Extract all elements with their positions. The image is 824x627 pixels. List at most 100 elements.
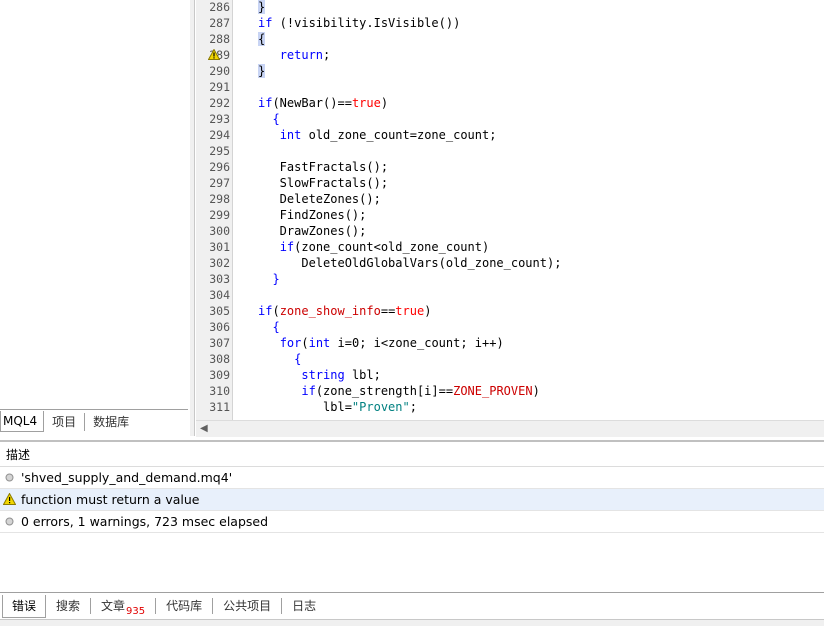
code-line[interactable]: { bbox=[258, 319, 279, 335]
code-token: } bbox=[258, 64, 266, 78]
code-token: ) bbox=[424, 304, 432, 318]
toolbox-column-header[interactable]: 描述 bbox=[0, 444, 824, 467]
tab-search[interactable]: 搜索 bbox=[46, 598, 92, 614]
line-number: 286 bbox=[209, 0, 230, 14]
line-number: 305 bbox=[209, 304, 230, 318]
code-line[interactable]: DeleteZones(); bbox=[258, 191, 381, 207]
line-number: 296 bbox=[209, 160, 230, 174]
code-token: == bbox=[380, 304, 396, 318]
tab-errors[interactable]: 错误 bbox=[2, 594, 47, 618]
code-token: string bbox=[301, 368, 345, 382]
code-token: if bbox=[258, 16, 273, 30]
tab-database[interactable]: 数据库 bbox=[85, 413, 137, 431]
line-number: 291 bbox=[209, 80, 230, 94]
code-token: (zone_count<old_zone_count) bbox=[294, 240, 490, 254]
navigator-tabs: MQL4 项目 数据库 bbox=[0, 409, 188, 433]
column-description: 描述 bbox=[6, 448, 31, 462]
code-token: int bbox=[308, 336, 331, 350]
tab-mql4[interactable]: MQL4 bbox=[0, 411, 45, 432]
code-line[interactable]: } bbox=[258, 271, 279, 287]
line-number: 293 bbox=[209, 112, 230, 126]
code-token: lbl= bbox=[258, 400, 352, 414]
code-line[interactable]: SlowFractals(); bbox=[258, 175, 388, 191]
code-line[interactable]: return; bbox=[258, 47, 331, 63]
code-token: int bbox=[279, 128, 302, 142]
line-number: 302 bbox=[209, 256, 230, 270]
code-token: (!visibility.IsVisible()) bbox=[272, 16, 461, 30]
code-token: ( bbox=[301, 336, 309, 350]
code-token: DrawZones(); bbox=[258, 224, 367, 238]
tab-project[interactable]: 项目 bbox=[44, 412, 86, 431]
message-text: 'shved_supply_and_demand.mq4' bbox=[21, 470, 233, 485]
horizontal-scrollbar[interactable]: ◀ bbox=[196, 420, 824, 437]
message-row-selected[interactable]: function must return a value bbox=[0, 489, 824, 511]
line-number: 304 bbox=[209, 288, 230, 302]
code-token: if bbox=[279, 240, 295, 254]
code-token: zone_show_info bbox=[279, 304, 381, 318]
toolbox-tabs: 错误 搜索 文章935 代码库 公共项目 日志 bbox=[0, 592, 824, 619]
code-line[interactable]: } bbox=[258, 63, 266, 79]
line-number: 308 bbox=[209, 352, 230, 366]
message-row[interactable]: 'shved_supply_and_demand.mq4' bbox=[0, 467, 824, 489]
vertical-splitter[interactable] bbox=[190, 0, 195, 436]
warning-icon bbox=[3, 493, 16, 505]
code-token: if bbox=[258, 96, 273, 110]
code-token: (zone_strength[i]== bbox=[315, 384, 454, 398]
code-token: true bbox=[395, 304, 425, 318]
line-number: 299 bbox=[209, 208, 230, 222]
line-number: 298 bbox=[209, 192, 230, 206]
code-token: "Proven" bbox=[351, 400, 410, 414]
tab-public-projects[interactable]: 公共项目 bbox=[213, 598, 283, 614]
line-number: 294 bbox=[209, 128, 230, 142]
code-line[interactable]: { bbox=[258, 31, 266, 47]
code-token: if bbox=[258, 304, 273, 318]
message-text: function must return a value bbox=[21, 492, 200, 507]
info-dot-icon bbox=[5, 473, 14, 482]
tab-journal[interactable]: 日志 bbox=[282, 598, 326, 614]
tab-articles[interactable]: 文章935 bbox=[91, 598, 157, 617]
code-line[interactable]: int old_zone_count=zone_count; bbox=[258, 127, 497, 143]
line-number: 300 bbox=[209, 224, 230, 238]
code-line[interactable]: if(zone_show_info==true) bbox=[258, 303, 431, 319]
code-token: return bbox=[279, 48, 324, 62]
code-line[interactable]: if(NewBar()==true) bbox=[258, 95, 388, 111]
line-number: 301 bbox=[209, 240, 230, 254]
code-line[interactable]: DeleteOldGlobalVars(old_zone_count); bbox=[258, 255, 561, 271]
code-token: FindZones(); bbox=[258, 208, 367, 222]
line-number: 310 bbox=[209, 384, 230, 398]
code-token: ; bbox=[323, 48, 331, 62]
code-editor[interactable]: 286} 287 if (!visibility.IsVisible()) 288 {2… bbox=[196, 0, 824, 420]
code-line[interactable]: { bbox=[258, 111, 280, 127]
code-line[interactable]: if(zone_count<old_zone_count) bbox=[258, 239, 490, 255]
code-line[interactable]: lbl="Proven"; bbox=[258, 399, 417, 415]
code-token: DeleteZones(); bbox=[258, 192, 381, 206]
code-line[interactable]: FindZones(); bbox=[258, 207, 367, 223]
info-dot-icon bbox=[5, 517, 14, 526]
scroll-left-arrow-icon[interactable]: ◀ bbox=[200, 423, 208, 434]
code-line[interactable]: for(int i=0; i<zone_count; i++) bbox=[258, 335, 504, 351]
code-token: FastFractals(); bbox=[258, 160, 389, 174]
code-line[interactable]: if(zone_strength[i]==ZONE_PROVEN) bbox=[258, 383, 539, 399]
code-line[interactable]: string lbl; bbox=[258, 367, 380, 383]
line-number: 292 bbox=[209, 96, 230, 110]
navigator-panel: MQL4 项目 数据库 bbox=[0, 0, 191, 436]
code-token: { bbox=[258, 32, 266, 46]
tab-code-base[interactable]: 代码库 bbox=[156, 598, 214, 614]
code-line[interactable]: } bbox=[258, 0, 266, 15]
line-number: 309 bbox=[209, 368, 230, 382]
code-line[interactable]: if (!visibility.IsVisible()) bbox=[258, 15, 460, 31]
code-line[interactable]: DrawZones(); bbox=[258, 223, 367, 239]
code-line[interactable]: { bbox=[258, 351, 301, 367]
message-row[interactable]: 0 errors, 1 warnings, 723 msec elapsed bbox=[0, 511, 824, 533]
code-line[interactable]: FastFractals(); bbox=[258, 159, 388, 175]
line-number: 306 bbox=[209, 320, 230, 334]
code-token: for bbox=[279, 336, 302, 350]
code-token: (NewBar()== bbox=[272, 96, 352, 110]
line-number: 303 bbox=[209, 272, 230, 286]
code-token: } bbox=[258, 0, 266, 14]
code-token: ) bbox=[380, 96, 389, 110]
code-token: { bbox=[258, 112, 280, 126]
